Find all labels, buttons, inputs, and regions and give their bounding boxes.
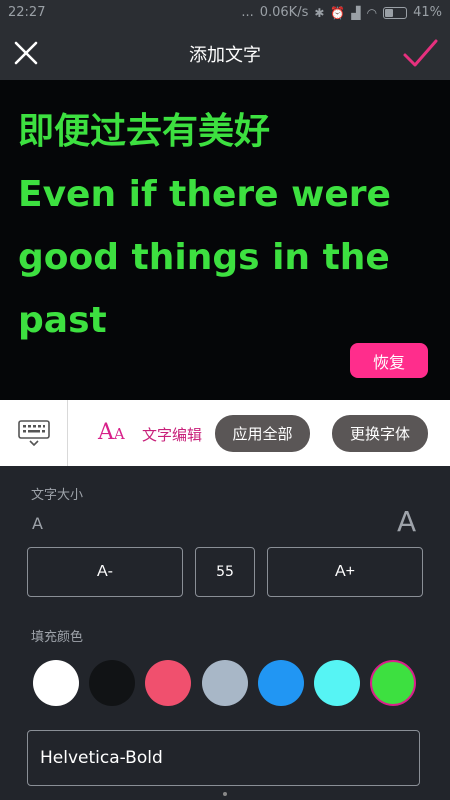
preview-line: good things in the [18,237,390,278]
signal-dots: ... [241,5,254,20]
battery-fill [385,8,393,17]
edit-toolbar: AA 文字编辑 应用全部 更换字体 [0,400,450,466]
preview-text[interactable]: 即便过去有美好 Even if there were good things i… [18,100,438,352]
page-title: 添加文字 [189,45,261,66]
alarm-icon: ⏰ [330,5,346,20]
large-size-marker: A [397,505,417,538]
increase-size-button[interactable]: A+ [267,547,423,597]
color-swatch[interactable] [258,660,304,706]
check-icon [403,39,438,67]
color-swatch[interactable] [89,660,135,706]
status-bar: 22:27 ... 0.06K/s ✱ ⏰ ▟ ◠ 41% [0,0,450,26]
text-size-label: 文字大小 [31,488,84,503]
font-style-icon[interactable]: AA [98,420,130,448]
net-speed: 0.06K/s [259,5,309,20]
color-swatch[interactable] [202,660,248,706]
color-swatch[interactable] [314,660,360,706]
decrease-size-button[interactable]: A- [27,547,183,597]
status-icons: ... 0.06K/s ✱ ⏰ ▟ ◠ 41% [241,5,442,20]
preview-line: Even if there were [18,174,391,215]
font-name-field[interactable]: Helvetica-Bold [27,730,420,786]
color-swatch[interactable] [33,660,79,706]
wifi-icon: ◠ [366,5,378,20]
battery-icon [383,6,408,19]
keyboard-button[interactable] [0,400,68,466]
text-preview: 即便过去有美好 Even if there were good things i… [0,80,450,400]
header-bar: 添加文字 [0,26,450,80]
color-swatch[interactable] [145,660,191,706]
restore-button[interactable]: 恢复 [350,343,428,378]
small-size-marker: A [32,514,43,533]
battery-percent: 41% [413,5,442,20]
cellular-signal-icon: ▟ [351,5,361,20]
page-indicator [223,792,227,796]
text-edit-label[interactable]: 文字编辑 [142,424,202,445]
apply-all-button[interactable]: 应用全部 [215,415,310,452]
status-time: 22:27 [8,5,46,20]
keyboard-icon [17,420,50,446]
size-value-field[interactable]: 55 [195,547,255,597]
change-font-button[interactable]: 更换字体 [332,415,428,452]
preview-line: 即便过去有美好 [18,111,271,152]
fill-color-label: 填充颜色 [31,630,84,645]
color-swatch[interactable] [370,660,416,706]
bluetooth-icon: ✱ [314,5,325,20]
confirm-button[interactable] [400,33,440,73]
